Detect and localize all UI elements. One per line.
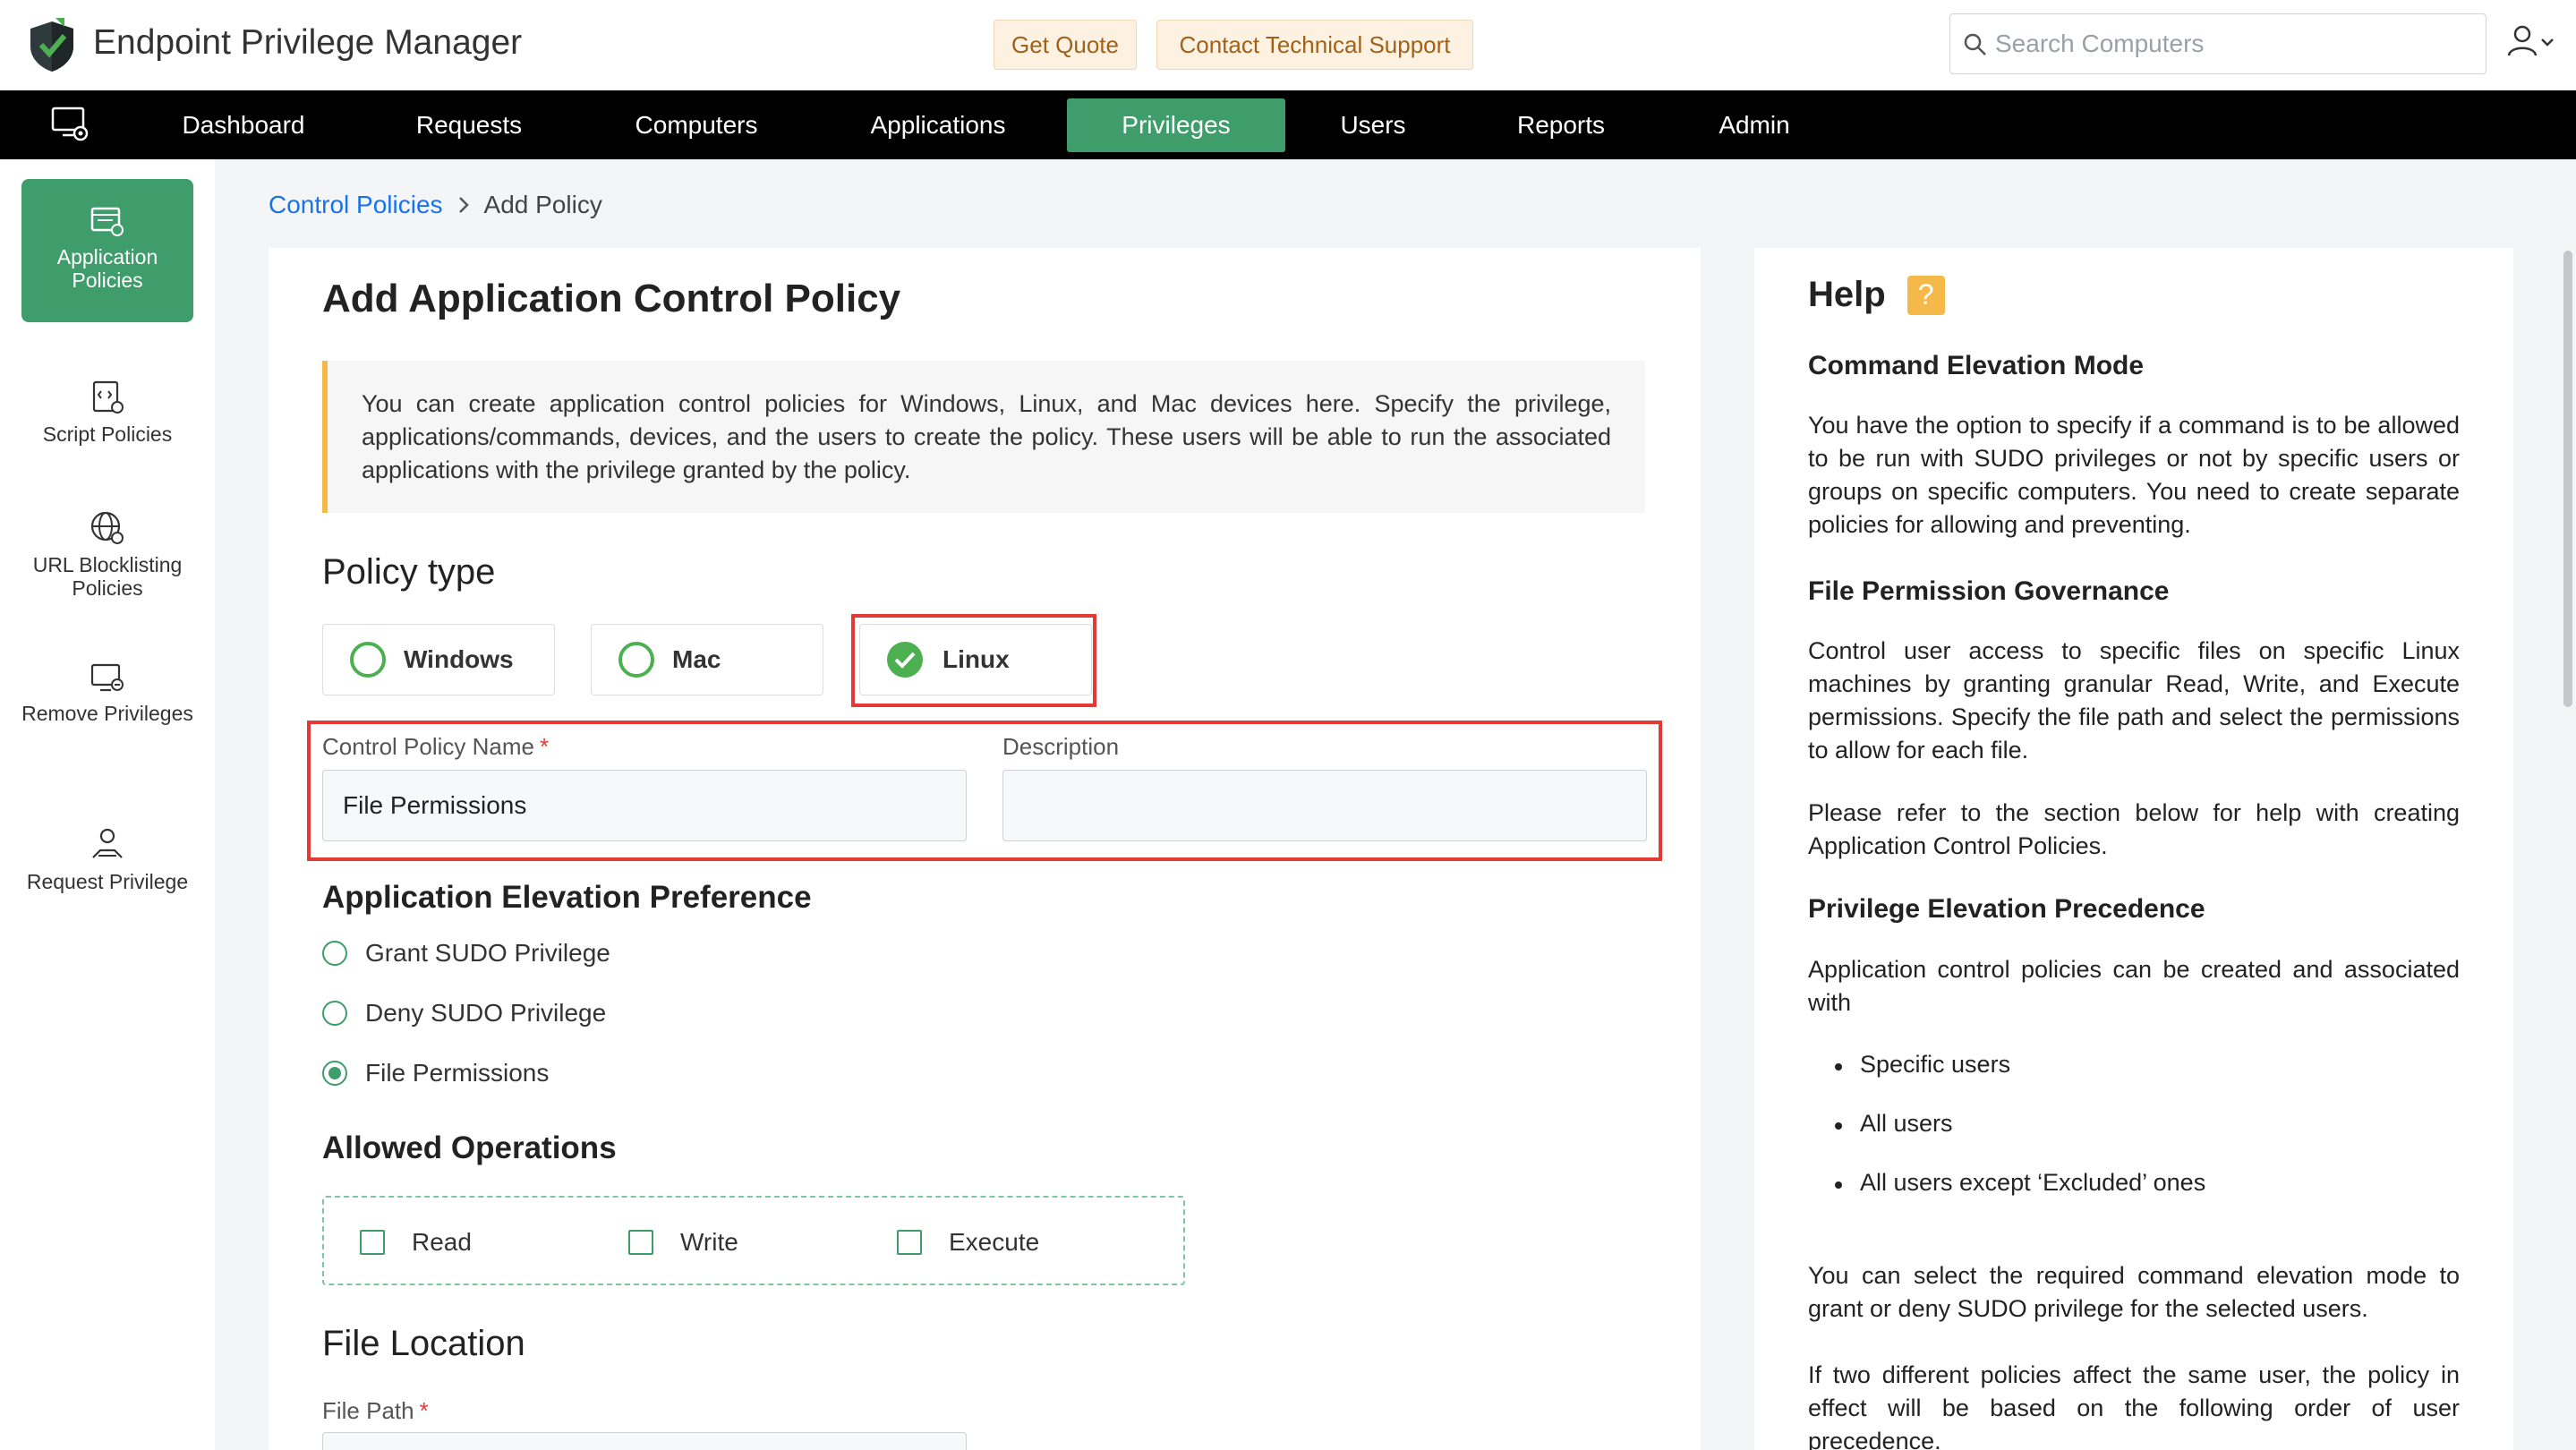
nav-reports[interactable]: Reports bbox=[1477, 90, 1645, 159]
help-heading: Privilege Elevation Precedence bbox=[1808, 894, 2205, 924]
help-heading: Command Elevation Mode bbox=[1808, 351, 2145, 380]
help-paragraph: You can select the required command elev… bbox=[1808, 1262, 2460, 1322]
list-item: All users except ‘Excluded’ ones bbox=[1834, 1169, 2206, 1196]
top-header: Endpoint Privilege Manager Get Quote Con… bbox=[0, 0, 2576, 90]
help-panel: Help ? Command Elevation Mode You have t… bbox=[1754, 248, 2513, 1450]
page-title: Add Application Control Policy bbox=[322, 277, 901, 320]
request-privilege-icon bbox=[92, 828, 123, 858]
policy-name-input[interactable]: File Permissions bbox=[322, 770, 967, 841]
required-mark: * bbox=[539, 733, 550, 760]
sidebar-item-label: Application Policies bbox=[56, 245, 158, 292]
sidebar-item-script-policies[interactable]: Script Policies bbox=[21, 380, 193, 446]
search-icon bbox=[1964, 33, 1986, 55]
help-paragraph: You have the option to specify if a comm… bbox=[1808, 412, 2460, 538]
policy-type-mac[interactable]: Mac bbox=[591, 624, 823, 695]
help-title-text: Help bbox=[1808, 275, 1886, 314]
help-heading: File Permission Governance bbox=[1808, 576, 2170, 606]
radio-selected-icon bbox=[322, 1061, 347, 1086]
allowed-operations-title: Allowed Operations bbox=[322, 1130, 617, 1165]
policy-name-label: Control Policy Name * bbox=[322, 733, 549, 761]
sidebar-item-label: Script Policies bbox=[42, 422, 173, 446]
radio-icon bbox=[618, 642, 654, 678]
sidebar-item-remove-privileges[interactable]: Remove Privileges bbox=[21, 662, 193, 725]
option-label: Deny SUDO Privilege bbox=[365, 999, 607, 1027]
nav-privileges[interactable]: Privileges bbox=[1067, 98, 1285, 152]
application-policies-icon bbox=[90, 207, 124, 236]
sidebar-item-label: Request Privilege bbox=[26, 870, 189, 893]
breadcrumb: Control Policies Add Policy bbox=[269, 191, 602, 219]
app-title: Endpoint Privilege Manager bbox=[93, 23, 523, 62]
radio-icon bbox=[322, 941, 347, 966]
search-box[interactable] bbox=[1949, 13, 2486, 74]
list-item: All users bbox=[1835, 1110, 1953, 1137]
help-paragraph: Application control policies can be crea… bbox=[1808, 956, 2460, 1016]
label-text: File Path bbox=[322, 1397, 414, 1424]
checkbox-label: Write bbox=[680, 1228, 738, 1256]
option-label: File Permissions bbox=[365, 1059, 550, 1087]
add-policy-form: Add Application Control Policy You can c… bbox=[269, 248, 1701, 1450]
chevron-right-icon bbox=[458, 197, 469, 213]
checkbox-icon bbox=[360, 1230, 385, 1255]
checkbox-icon bbox=[897, 1230, 922, 1255]
list-item: Specific users bbox=[1834, 1051, 2011, 1078]
endpoint-settings-icon[interactable] bbox=[50, 105, 91, 144]
checkbox-label: Read bbox=[412, 1228, 472, 1256]
help-paragraph: Control user access to specific files on… bbox=[1808, 637, 2460, 763]
policy-type-label: Windows bbox=[404, 645, 514, 673]
nav-computers[interactable]: Computers bbox=[612, 90, 780, 159]
breadcrumb-control-policies[interactable]: Control Policies bbox=[269, 191, 443, 219]
search-input[interactable] bbox=[1995, 23, 2469, 64]
help-paragraph: If two different policies affect the sam… bbox=[1808, 1361, 2460, 1450]
checkbox-label: Execute bbox=[949, 1228, 1040, 1256]
breadcrumb-current: Add Policy bbox=[483, 191, 602, 218]
nav-admin[interactable]: Admin bbox=[1670, 90, 1838, 159]
page-scrollbar[interactable] bbox=[2563, 251, 2572, 707]
script-policies-icon bbox=[92, 380, 124, 414]
checkbox-execute[interactable]: Execute bbox=[897, 1228, 1039, 1257]
file-path-label: File Path * bbox=[322, 1397, 429, 1425]
shield-logo-icon bbox=[30, 18, 73, 72]
checkbox-icon bbox=[628, 1230, 653, 1255]
policy-type-title: Policy type bbox=[322, 552, 496, 592]
radio-icon bbox=[322, 1001, 347, 1026]
sidebar-item-request-privilege[interactable]: Request Privilege bbox=[21, 827, 193, 893]
nav-dashboard[interactable]: Dashboard bbox=[159, 90, 328, 159]
main-nav: Dashboard Requests Computers Application… bbox=[0, 90, 2576, 159]
help-paragraph: Please refer to the section below for he… bbox=[1808, 799, 2460, 859]
radio-icon bbox=[350, 642, 386, 678]
user-menu-icon[interactable] bbox=[2504, 23, 2558, 63]
sidebar-item-label: URL Blocklisting Policies bbox=[32, 553, 183, 600]
highlight-linux bbox=[851, 614, 1096, 707]
option-file-permissions[interactable]: File Permissions bbox=[322, 1059, 549, 1088]
option-deny-sudo[interactable]: Deny SUDO Privilege bbox=[322, 999, 606, 1028]
remove-privileges-icon bbox=[90, 663, 124, 692]
checkbox-write[interactable]: Write bbox=[628, 1228, 738, 1257]
label-text: Control Policy Name bbox=[322, 733, 534, 760]
sidebar-item-label: Remove Privileges bbox=[21, 702, 193, 725]
elevation-title: Application Elevation Preference bbox=[322, 880, 812, 915]
file-path-input[interactable] bbox=[322, 1432, 967, 1450]
option-grant-sudo[interactable]: Grant SUDO Privilege bbox=[322, 939, 610, 968]
allowed-operations-group: Read Write Execute bbox=[322, 1196, 1185, 1285]
sidebar-item-url-blocklisting[interactable]: URL Blocklisting Policies bbox=[21, 510, 193, 600]
description-label: Description bbox=[1002, 733, 1120, 760]
policy-type-label: Mac bbox=[672, 645, 721, 673]
description-input[interactable] bbox=[1002, 770, 1647, 841]
help-title: Help ? bbox=[1808, 275, 1945, 315]
checkbox-read[interactable]: Read bbox=[360, 1228, 472, 1257]
nav-requests[interactable]: Requests bbox=[385, 90, 553, 159]
nav-applications[interactable]: Applications bbox=[849, 90, 1028, 159]
get-quote-button[interactable]: Get Quote bbox=[994, 20, 1137, 70]
required-mark: * bbox=[419, 1397, 429, 1424]
nav-users[interactable]: Users bbox=[1289, 90, 1457, 159]
globe-icon bbox=[90, 511, 124, 544]
help-question-icon: ? bbox=[1906, 275, 1945, 315]
policy-type-windows[interactable]: Windows bbox=[322, 624, 555, 695]
contact-support-button[interactable]: Contact Technical Support bbox=[1156, 20, 1473, 70]
option-label: Grant SUDO Privilege bbox=[365, 939, 610, 967]
info-notice: You can create application control polic… bbox=[322, 361, 1645, 513]
sidebar-item-application-policies[interactable]: Application Policies bbox=[21, 179, 193, 322]
left-sidebar: Application Policies Script Policies URL… bbox=[0, 159, 215, 1450]
file-location-title: File Location bbox=[322, 1324, 525, 1363]
